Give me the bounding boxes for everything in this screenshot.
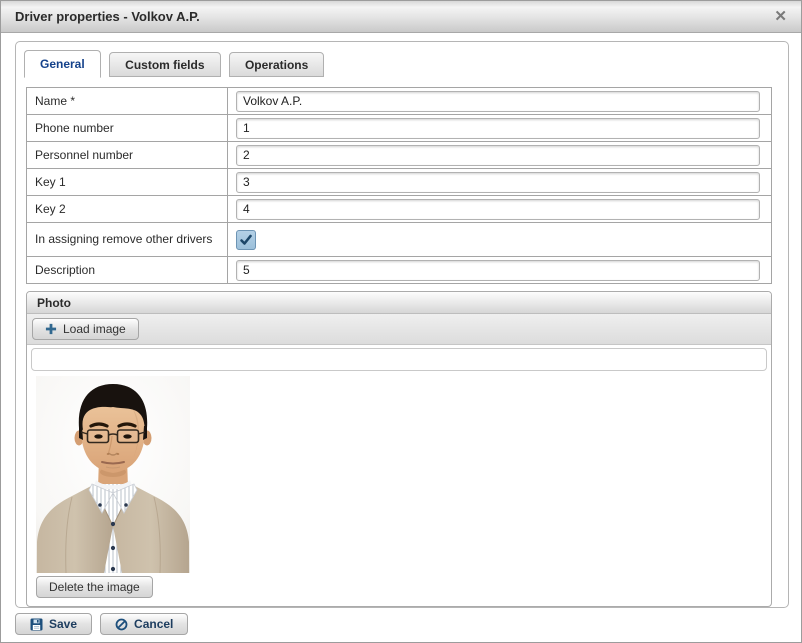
cancel-icon: [115, 618, 128, 631]
table-row: Description: [27, 257, 772, 284]
tab-general[interactable]: General: [24, 50, 101, 78]
driver-photo: [36, 376, 190, 573]
footer-toolbar: Save Cancel: [15, 613, 188, 635]
personnel-number-input[interactable]: [236, 145, 760, 166]
tab-operations[interactable]: Operations: [229, 52, 324, 77]
save-label: Save: [49, 617, 77, 631]
field-label: Description: [27, 257, 228, 284]
save-icon: [30, 618, 43, 631]
table-row: Personnel number: [27, 142, 772, 169]
driver-properties-form: Name * Phone number Personnel number Key…: [26, 87, 772, 284]
file-path-box[interactable]: [31, 348, 767, 371]
photo-section-header: Photo: [27, 292, 771, 314]
table-row: Key 1: [27, 169, 772, 196]
photo-section: Photo Load image: [26, 291, 772, 607]
field-label: Key 1: [27, 169, 228, 196]
field-label: Name *: [27, 88, 228, 115]
key1-input[interactable]: [236, 172, 760, 193]
tab-strip: General Custom fields Operations: [16, 42, 788, 75]
table-row: Name *: [27, 88, 772, 115]
photo-toolbar: Load image: [27, 314, 771, 345]
load-image-label: Load image: [63, 322, 126, 336]
cancel-button[interactable]: Cancel: [100, 613, 188, 635]
delete-image-label: Delete the image: [49, 580, 140, 594]
table-row: Phone number: [27, 115, 772, 142]
plus-icon: [45, 323, 57, 335]
table-row: In assigning remove other drivers: [27, 223, 772, 257]
key2-input[interactable]: [236, 199, 760, 220]
load-image-button[interactable]: Load image: [32, 318, 139, 340]
close-icon[interactable]: ✕: [774, 9, 787, 24]
remove-other-drivers-checkbox[interactable]: [236, 230, 256, 250]
save-button[interactable]: Save: [15, 613, 92, 635]
description-input[interactable]: [236, 260, 760, 281]
field-label: Key 2: [27, 196, 228, 223]
dialog-title: Driver properties - Volkov A.P.: [15, 9, 200, 24]
delete-image-button[interactable]: Delete the image: [36, 576, 153, 598]
name-input[interactable]: [236, 91, 760, 112]
check-icon: [239, 233, 253, 247]
cancel-label: Cancel: [134, 617, 173, 631]
field-label: In assigning remove other drivers: [27, 223, 228, 257]
dialog-titlebar: Driver properties - Volkov A.P. ✕: [1, 1, 801, 33]
tab-panel: General Custom fields Operations Name * …: [15, 41, 789, 608]
phone-number-input[interactable]: [236, 118, 760, 139]
field-label: Phone number: [27, 115, 228, 142]
field-label: Personnel number: [27, 142, 228, 169]
driver-properties-dialog: Driver properties - Volkov A.P. ✕ Genera…: [0, 0, 802, 643]
table-row: Key 2: [27, 196, 772, 223]
tab-custom-fields[interactable]: Custom fields: [109, 52, 220, 77]
